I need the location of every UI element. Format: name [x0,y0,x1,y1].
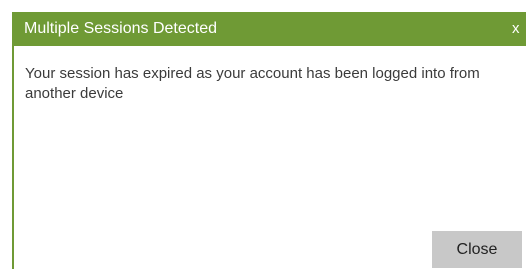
dialog-title-bar: Multiple Sessions Detected x [12,12,526,46]
session-dialog: Multiple Sessions Detected x Your sessio… [12,12,526,269]
dialog-title: Multiple Sessions Detected [24,20,217,37]
dialog-left-border [12,12,14,269]
close-button[interactable]: Close [432,231,522,268]
dialog-message: Your session has expired as your account… [25,65,480,102]
dialog-close-icon[interactable]: x [512,12,526,46]
